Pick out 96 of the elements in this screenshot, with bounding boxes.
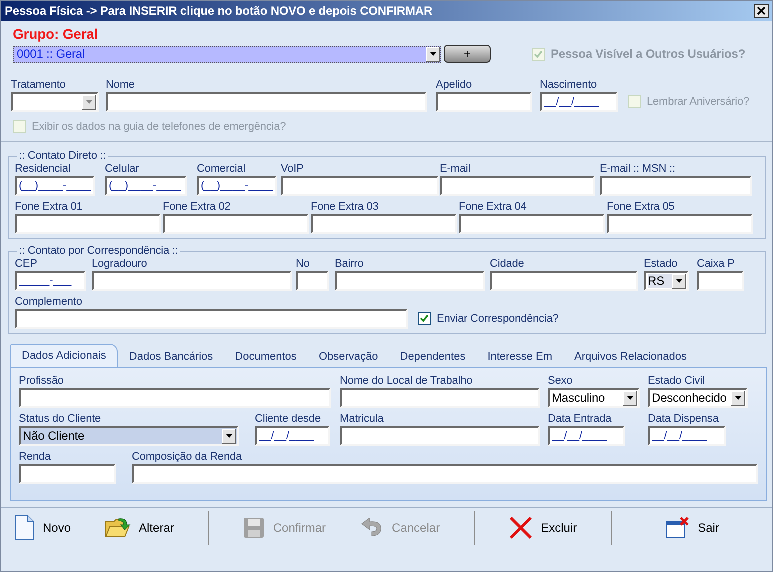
dropdown[interactable]: Não Cliente	[19, 426, 239, 446]
input-field[interactable]	[459, 214, 605, 234]
input-field[interactable]	[106, 92, 427, 112]
input-field[interactable]	[15, 214, 161, 234]
field-label: Cliente desde	[255, 412, 322, 426]
input-field[interactable]	[697, 271, 744, 291]
input-field[interactable]	[490, 271, 638, 291]
field-label: Fone Extra 01	[15, 200, 84, 214]
field-label: Matricula	[340, 412, 385, 426]
tab[interactable]: Arquivos Relacionados	[564, 346, 698, 367]
window-close-icon	[666, 517, 690, 539]
field-label: Fone Extra 03	[311, 200, 380, 214]
input-field[interactable]	[132, 464, 758, 484]
field-label: Nome	[106, 78, 136, 92]
field-label: Nascimento	[540, 78, 598, 92]
document-icon	[15, 515, 35, 541]
checkbox[interactable]	[418, 312, 431, 325]
input-field[interactable]	[281, 176, 439, 196]
tab[interactable]: Documentos	[224, 346, 308, 367]
input-field[interactable]	[163, 214, 309, 234]
close-icon[interactable]	[754, 4, 769, 18]
tab[interactable]: Interesse Em	[476, 346, 564, 367]
tab[interactable]: Dados Adicionais	[10, 344, 118, 367]
input-field[interactable]	[19, 464, 116, 484]
field-label: VoIP	[281, 162, 305, 176]
input-field[interactable]	[92, 271, 292, 291]
field-label: Profissão	[19, 374, 65, 388]
input-field[interactable]	[600, 176, 752, 196]
field-label: Apelido	[436, 78, 473, 92]
field-label: Residencial	[15, 162, 72, 176]
field-label: Bairro	[335, 257, 365, 271]
field-label: Comercial	[197, 162, 247, 176]
input-field[interactable]: (__)____-____	[105, 176, 187, 196]
group-legend: :: Contato por Correspondência ::	[17, 245, 180, 257]
field-label: Renda	[19, 450, 52, 464]
input-field[interactable]: __/__/____	[255, 426, 330, 446]
field-label: Cidade	[490, 257, 526, 271]
checkbox-label: Exibir os dados na guia de telefones de emergência?	[32, 120, 286, 132]
field-label: Estado	[644, 257, 679, 271]
input-field[interactable]	[607, 214, 753, 234]
field-label: Complemento	[15, 295, 84, 309]
window-title: Pessoa Física -> Para INSERIR clique no botão NOVO e depois CONFIRMAR	[5, 4, 434, 18]
input-field[interactable]	[440, 176, 595, 196]
field-label: CEP	[15, 257, 38, 271]
toolbar-button[interactable]: Novo	[15, 515, 72, 541]
input-field[interactable]: (__)____-____	[197, 176, 277, 196]
toolbar-button[interactable]: Alterar	[105, 517, 174, 539]
checkbox-label: Pessoa Visível a Outros Usuários?	[551, 47, 746, 61]
field-label: Status do Cliente	[19, 412, 102, 426]
field-label: No	[296, 257, 311, 271]
field-label: Celular	[105, 162, 140, 176]
field-label: Nome do Local de Trabalho	[340, 374, 474, 388]
checkbox-label: Enviar Correspondência?	[437, 312, 559, 324]
tab[interactable]: Observação	[308, 346, 390, 367]
field-label: Fone Extra 02	[163, 200, 232, 214]
dropdown[interactable]: Masculino	[548, 388, 640, 408]
input-field[interactable]	[340, 388, 540, 408]
field-label: E-mail	[440, 162, 472, 176]
field-label: Logradouro	[92, 257, 148, 271]
input-field[interactable]: __/__/____	[540, 92, 618, 112]
field-label: Caixa P	[697, 257, 736, 271]
input-field[interactable]	[296, 271, 329, 291]
field-label: Data Entrada	[548, 412, 613, 426]
dropdown[interactable]: RS	[644, 271, 689, 291]
input-field[interactable]: (__)____-____	[15, 176, 95, 196]
input-field[interactable]: __/__/____	[648, 426, 726, 446]
undo-arrow-icon	[360, 518, 384, 538]
field-label: Data Dispensa	[648, 412, 720, 426]
input-field[interactable]	[436, 92, 532, 112]
dropdown[interactable]: Desconhecido	[648, 388, 748, 408]
tab[interactable]: Dados Bancários	[118, 346, 224, 367]
group-dropdown[interactable]: 0001 :: Geral	[13, 46, 441, 62]
group-label: Grupo: Geral	[13, 26, 100, 44]
input-field[interactable]: _____-___	[15, 271, 86, 291]
add-group-button[interactable]: +	[444, 45, 491, 63]
field-label: Fone Extra 05	[607, 200, 676, 214]
tab[interactable]: Dependentes	[389, 346, 477, 367]
field-label: E-mail :: MSN ::	[600, 162, 676, 176]
input-field[interactable]	[19, 388, 331, 408]
toolbar-button[interactable]: Excluir	[509, 516, 578, 540]
input-field[interactable]	[340, 426, 540, 446]
field-label: Composição da Renda	[132, 450, 244, 464]
input-field[interactable]	[15, 309, 408, 329]
input-field[interactable]	[311, 214, 457, 234]
dropdown[interactable]	[11, 92, 99, 112]
field-label: Estado Civil	[648, 374, 706, 388]
input-field[interactable]: __/__/____	[548, 426, 625, 446]
field-label: Tratamento	[11, 78, 67, 92]
input-field[interactable]	[335, 271, 485, 291]
close-icon	[509, 516, 534, 540]
folder-icon	[105, 517, 132, 539]
field-label: Fone Extra 04	[459, 200, 528, 214]
field-label: Sexo	[548, 374, 574, 388]
checkbox-label: Lembrar Aniversário?	[647, 96, 750, 108]
exit-button[interactable]: Sair	[666, 517, 720, 539]
group-legend: :: Contato Direto ::	[17, 150, 108, 162]
